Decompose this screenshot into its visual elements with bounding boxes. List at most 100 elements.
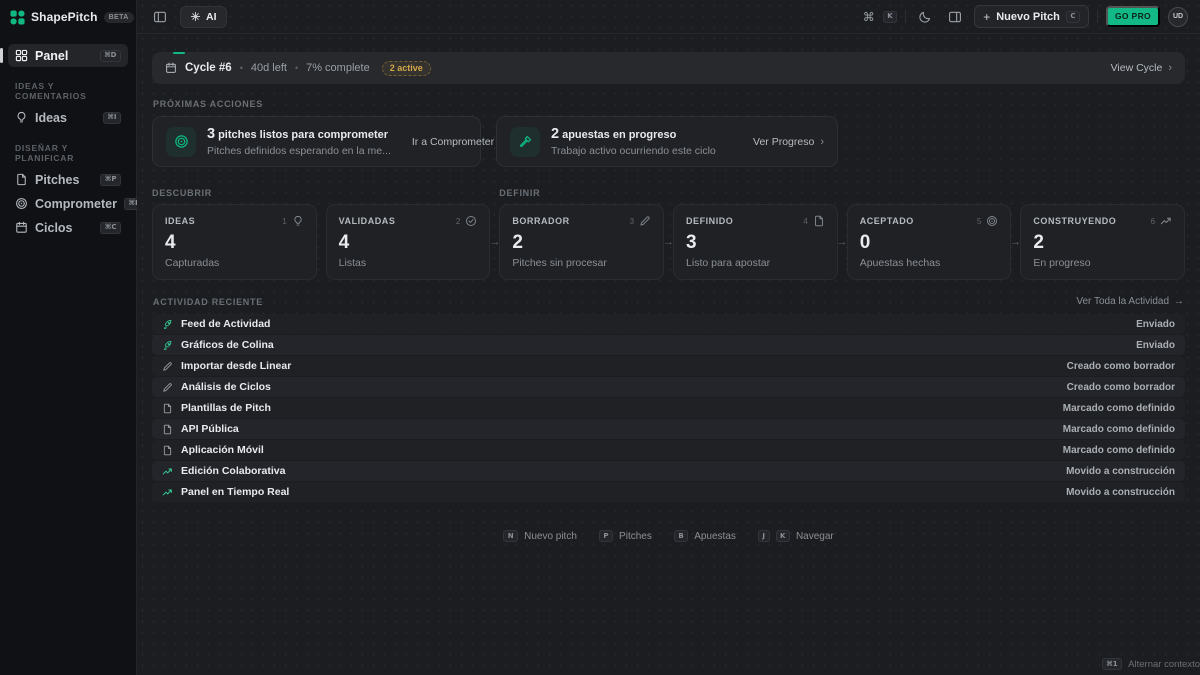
pipeline-card-definido[interactable]: DEFINIDO 4 3 Listo para apostar — [673, 204, 838, 280]
rocket-icon — [162, 340, 173, 351]
right-panel-toggle-button[interactable] — [944, 6, 966, 28]
cycle-progress-bar — [173, 52, 185, 54]
action-count: 3 — [207, 126, 215, 142]
sidebar-section-plan: DISEÑAR Y PLANIFICAR — [15, 143, 121, 163]
shortcut-hints: N Nuevo pitch P Pitches B Apuestas J K N… — [152, 530, 1185, 542]
stage-count: 0 — [860, 233, 999, 252]
file-icon — [162, 445, 173, 456]
stage-arrow-icon: → — [837, 236, 848, 248]
action-card-text: 2apuestas en progreso Trabajo activo ocu… — [551, 126, 716, 157]
shapepitch-logo-icon — [10, 10, 25, 25]
divider — [1097, 10, 1098, 23]
pipeline-card-construyendo[interactable]: CONSTRUYENDO 6 2 En progreso — [1020, 204, 1185, 280]
new-pitch-key-badge: C — [1066, 11, 1080, 23]
activity-row[interactable]: Plantillas de Pitch Marcado como definid… — [152, 398, 1185, 418]
stage-shortcut: 4 — [803, 217, 807, 226]
key-badge: ⌘1 — [1102, 658, 1122, 670]
key-badge: P — [599, 530, 613, 542]
stage-count: 2 — [1033, 233, 1172, 252]
theme-toggle-button[interactable] — [914, 6, 936, 28]
activity-row[interactable]: API Pública Marcado como definido — [152, 419, 1185, 439]
arrow-right-icon: → — [1174, 296, 1184, 307]
separator-dot: • — [240, 63, 243, 73]
stage-shortcut: 5 — [977, 217, 981, 226]
hint-pitches: P Pitches — [599, 530, 652, 542]
pipeline-card-ideas[interactable]: IDEAS 1 4 Capturadas — [152, 204, 317, 280]
next-actions-row: 3pitches listos para comprometer Pitches… — [152, 116, 1185, 167]
group-label-definir: DEFINIR — [499, 188, 540, 198]
stage-arrow-icon: → — [489, 236, 500, 248]
topbar: AI ⌘ K + Nuevo Pitch C GO PRO — [137, 0, 1200, 34]
moon-icon — [918, 10, 932, 24]
new-pitch-button[interactable]: + Nuevo Pitch C — [974, 5, 1089, 28]
new-pitch-label: Nuevo Pitch — [996, 11, 1060, 23]
activity-row[interactable]: Panel en Tiempo Real Movido a construcci… — [152, 482, 1185, 502]
trending-up-icon — [1160, 215, 1172, 227]
chevron-right-icon: › — [820, 136, 824, 148]
activity-label: ACTIVIDAD RECIENTE — [153, 297, 263, 307]
activity-name: Feed de Actividad — [181, 318, 270, 330]
pencil-icon — [162, 361, 173, 372]
sidebar-item-comprometer[interactable]: Comprometer ⌘B — [8, 192, 128, 215]
activity-name: Plantillas de Pitch — [181, 402, 271, 414]
hint-new-pitch: N Nuevo pitch — [503, 530, 577, 542]
dashboard-content: Cycle #6 • 40d left • 7% complete 2 acti… — [137, 34, 1200, 542]
activity-status: Creado como borrador — [1067, 382, 1175, 393]
activity-list: Feed de Actividad Enviado Gráficos de Co… — [152, 314, 1185, 502]
file-icon — [162, 403, 173, 414]
stage-title: IDEAS — [165, 216, 195, 226]
calendar-icon — [15, 221, 28, 234]
activity-name: Aplicación Móvil — [181, 444, 264, 456]
target-icon — [986, 215, 998, 227]
user-avatar[interactable]: UD — [1168, 7, 1188, 27]
activity-status: Movido a construcción — [1066, 466, 1175, 477]
sidebar-item-label: Comprometer — [35, 197, 117, 211]
activity-name: Panel en Tiempo Real — [181, 486, 289, 498]
view-all-activity-link[interactable]: Ver Toda la Actividad → — [1076, 296, 1184, 307]
pipeline-card-aceptado[interactable]: ACEPTADO 5 0 Apuestas hechas — [847, 204, 1012, 280]
activity-status: Marcado como definido — [1063, 445, 1175, 456]
stage-arrow-icon: → — [663, 236, 674, 248]
sidebar-item-ideas[interactable]: Ideas ⌘I — [8, 106, 128, 129]
main-area: AI ⌘ K + Nuevo Pitch C GO PRO — [137, 0, 1200, 675]
file-icon — [15, 173, 28, 186]
activity-row[interactable]: Análisis de Ciclos Creado como borrador — [152, 377, 1185, 397]
activity-header: ACTIVIDAD RECIENTE Ver Toda la Actividad… — [153, 296, 1184, 307]
pipeline-card-validadas[interactable]: VALIDADAS 2 4 Listas — [326, 204, 491, 280]
file-icon — [813, 215, 825, 227]
activity-name: Gráficos de Colina — [181, 339, 274, 351]
action-card-comprometer[interactable]: 3pitches listos para comprometer Pitches… — [152, 116, 481, 167]
app-window: ShapePitch BETA Panel ⌘D IDEAS Y COMENTA… — [0, 0, 1200, 675]
stage-label: Pitches sin procesar — [512, 257, 651, 269]
stage-label: Listo para apostar — [686, 257, 825, 269]
stage-title: ACEPTADO — [860, 216, 914, 226]
activity-row[interactable]: Edición Colaborativa Movido a construcci… — [152, 461, 1185, 481]
activity-row[interactable]: Feed de Actividad Enviado — [152, 314, 1185, 334]
go-pro-button[interactable]: GO PRO — [1106, 6, 1160, 27]
panel-toggle-button[interactable] — [149, 6, 171, 28]
ver-progreso-link[interactable]: Ver Progreso › — [743, 136, 824, 148]
sidebar-item-panel[interactable]: Panel ⌘D — [8, 44, 128, 67]
shortcut-badge: ⌘P — [100, 174, 121, 186]
activity-row[interactable]: Importar desde Linear Creado como borrad… — [152, 356, 1185, 376]
action-card-progreso[interactable]: 2apuestas en progreso Trabajo activo ocu… — [496, 116, 838, 167]
view-cycle-link[interactable]: View Cycle › — [1111, 62, 1172, 74]
key-badge: J — [758, 530, 770, 542]
ai-button[interactable]: AI — [180, 6, 227, 28]
stage-shortcut: 2 — [456, 217, 460, 226]
active-count-badge: 2 active — [382, 61, 431, 76]
pipeline-card-borrador[interactable]: BORRADOR 3 2 Pitches sin procesar — [499, 204, 664, 280]
grid-icon — [15, 49, 28, 62]
activity-status: Movido a construcción — [1066, 487, 1175, 498]
sidebar-nav: Panel ⌘D IDEAS Y COMENTARIOS Ideas ⌘I DI… — [0, 34, 136, 240]
cycle-banner[interactable]: Cycle #6 • 40d left • 7% complete 2 acti… — [152, 52, 1185, 84]
activity-row[interactable]: Aplicación Móvil Marcado como definido — [152, 440, 1185, 460]
activity-row[interactable]: Gráficos de Colina Enviado — [152, 335, 1185, 355]
sidebar-item-pitches[interactable]: Pitches ⌘P — [8, 168, 128, 191]
next-actions-label: PRÓXIMAS ACCIONES — [153, 99, 1184, 109]
action-link-label: Ver Progreso — [753, 136, 814, 148]
sidebar-item-ciclos[interactable]: Ciclos ⌘C — [8, 216, 128, 239]
lightbulb-icon — [15, 111, 28, 124]
hint-label: Apuestas — [694, 531, 736, 542]
panel-left-icon — [153, 10, 167, 24]
